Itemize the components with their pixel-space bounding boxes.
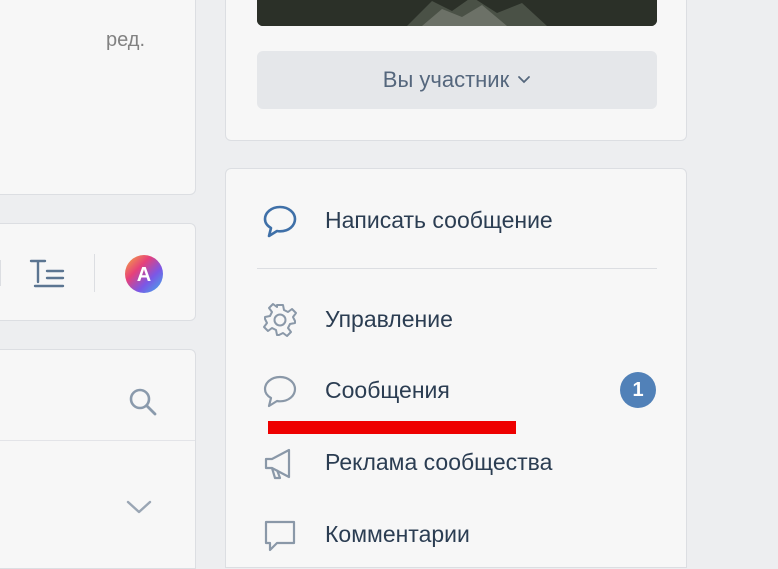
message-bubble-icon bbox=[263, 205, 297, 238]
menu-item-messages[interactable]: Сообщения 1 bbox=[226, 365, 686, 415]
community-actions-card: Написать сообщение Управление Сообщения … bbox=[225, 168, 687, 568]
chevron-down-icon[interactable] bbox=[125, 498, 153, 516]
menu-item-comments[interactable]: Комментарии bbox=[226, 509, 686, 559]
svg-text:A: A bbox=[137, 264, 151, 286]
community-header-card: Вы участник bbox=[225, 0, 687, 141]
search-icon[interactable] bbox=[127, 386, 159, 418]
toolbar-divider bbox=[0, 260, 1, 286]
left-bottom-card bbox=[0, 349, 196, 569]
unread-count-badge: 1 bbox=[620, 372, 656, 408]
left-top-card: ред. bbox=[0, 0, 196, 195]
speech-bubble-icon bbox=[263, 375, 297, 408]
menu-item-advertising[interactable]: Реклама сообщества bbox=[226, 437, 686, 487]
megaphone-icon bbox=[264, 448, 291, 480]
menu-separator bbox=[257, 268, 657, 269]
menu-item-label: Реклама сообщества bbox=[325, 448, 553, 475]
edit-link[interactable]: ред. bbox=[106, 29, 145, 52]
left-toolbar-card: A bbox=[0, 223, 196, 321]
menu-item-label: Сообщения bbox=[325, 376, 450, 403]
graffiti-avatar-icon[interactable]: A bbox=[124, 254, 164, 294]
member-status-button[interactable]: Вы участник bbox=[257, 51, 657, 109]
list-separator bbox=[0, 440, 195, 441]
write-message-button[interactable]: Написать сообщение bbox=[226, 195, 686, 245]
menu-item-label: Комментарии bbox=[325, 520, 470, 547]
menu-item-label: Управление bbox=[325, 305, 453, 332]
text-format-icon[interactable] bbox=[29, 258, 65, 288]
toolbar-divider bbox=[94, 254, 95, 292]
gear-icon bbox=[263, 303, 297, 337]
chevron-down-icon bbox=[518, 76, 531, 84]
comment-icon bbox=[264, 520, 296, 552]
menu-item-manage[interactable]: Управление bbox=[226, 294, 686, 344]
member-status-label: Вы участник bbox=[382, 67, 510, 92]
write-message-label: Написать сообщение bbox=[325, 206, 553, 233]
highlight-underline bbox=[268, 421, 516, 434]
community-cover bbox=[257, 0, 657, 26]
